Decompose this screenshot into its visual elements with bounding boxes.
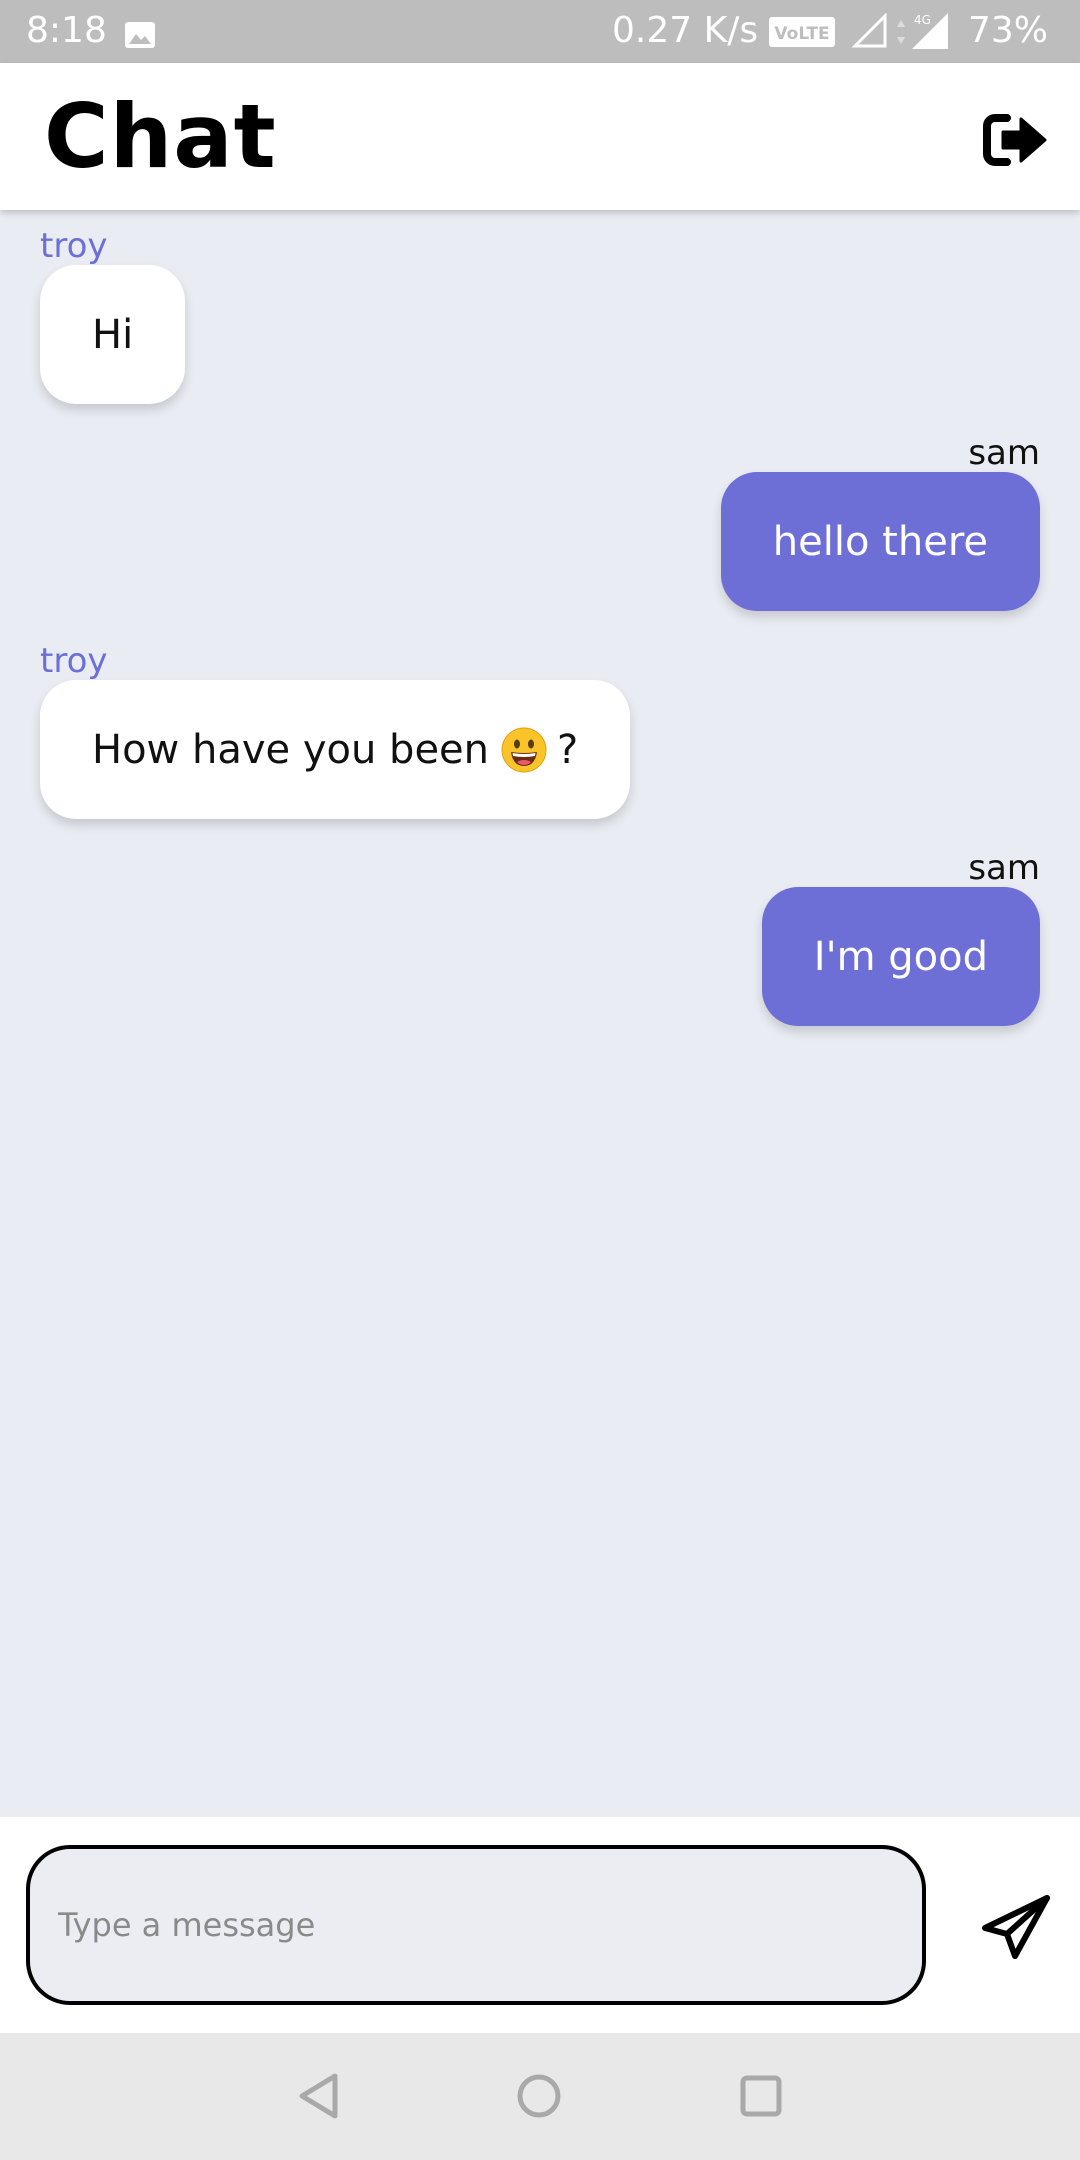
- home-circle-icon: [517, 2074, 561, 2118]
- message-list[interactable]: troy Hi sam hello there troy How have yo…: [0, 210, 1080, 1817]
- app-header: Chat: [0, 63, 1080, 210]
- status-bar: 8:18 0.27 K/s VoLTE 4G 73%: [0, 0, 1080, 63]
- image-icon: [124, 17, 156, 48]
- volte-icon: VoLTE: [768, 16, 836, 48]
- signal-outline-icon: [851, 12, 888, 49]
- recents-square-icon: [740, 2075, 782, 2117]
- sign-out-icon: [983, 114, 1047, 166]
- message-text: ?: [557, 726, 579, 773]
- message-text: hello there: [772, 518, 988, 565]
- message-bubble-received[interactable]: Hi: [40, 265, 186, 404]
- chat-screen: 8:18 0.27 K/s VoLTE 4G 73% Chat troy Hi …: [0, 0, 1080, 2160]
- sender-name: troy: [40, 226, 108, 266]
- page-title: Chat: [44, 85, 277, 188]
- network-type-label: 4G: [914, 13, 931, 27]
- nav-back-button[interactable]: [286, 2063, 352, 2129]
- system-nav-bar: [0, 2033, 1080, 2160]
- message-text: Hi: [92, 311, 134, 358]
- sender-name: sam: [968, 433, 1040, 473]
- signal-full-icon: 4G: [910, 12, 950, 50]
- message-text: How have you been: [92, 726, 490, 773]
- message-bubble-received[interactable]: How have you been ?: [40, 680, 631, 819]
- status-time: 8:18: [26, 10, 107, 51]
- message-input[interactable]: [30, 1849, 922, 2001]
- message-bubble-sent[interactable]: I'm good: [761, 887, 1040, 1026]
- sender-name: sam: [968, 848, 1040, 888]
- message-input-container: [26, 1845, 926, 2005]
- back-triangle-icon: [299, 2073, 338, 2119]
- grinning-face-emoji-icon: [501, 727, 547, 773]
- network-speed: 0.27 K/s: [612, 10, 759, 51]
- volte-label: VoLTE: [774, 24, 829, 44]
- nav-recents-button[interactable]: [728, 2063, 794, 2129]
- paper-plane-icon: [982, 1895, 1050, 1959]
- send-button[interactable]: [976, 1887, 1056, 1967]
- battery-percent: 73%: [968, 10, 1049, 51]
- message-composer: [0, 1817, 1080, 2033]
- data-arrows-icon: [896, 16, 906, 48]
- logout-button[interactable]: [980, 105, 1050, 175]
- sender-name: troy: [40, 641, 108, 681]
- nav-home-button[interactable]: [506, 2063, 572, 2129]
- message-text: I'm good: [813, 933, 988, 980]
- message-bubble-sent[interactable]: hello there: [720, 472, 1040, 611]
